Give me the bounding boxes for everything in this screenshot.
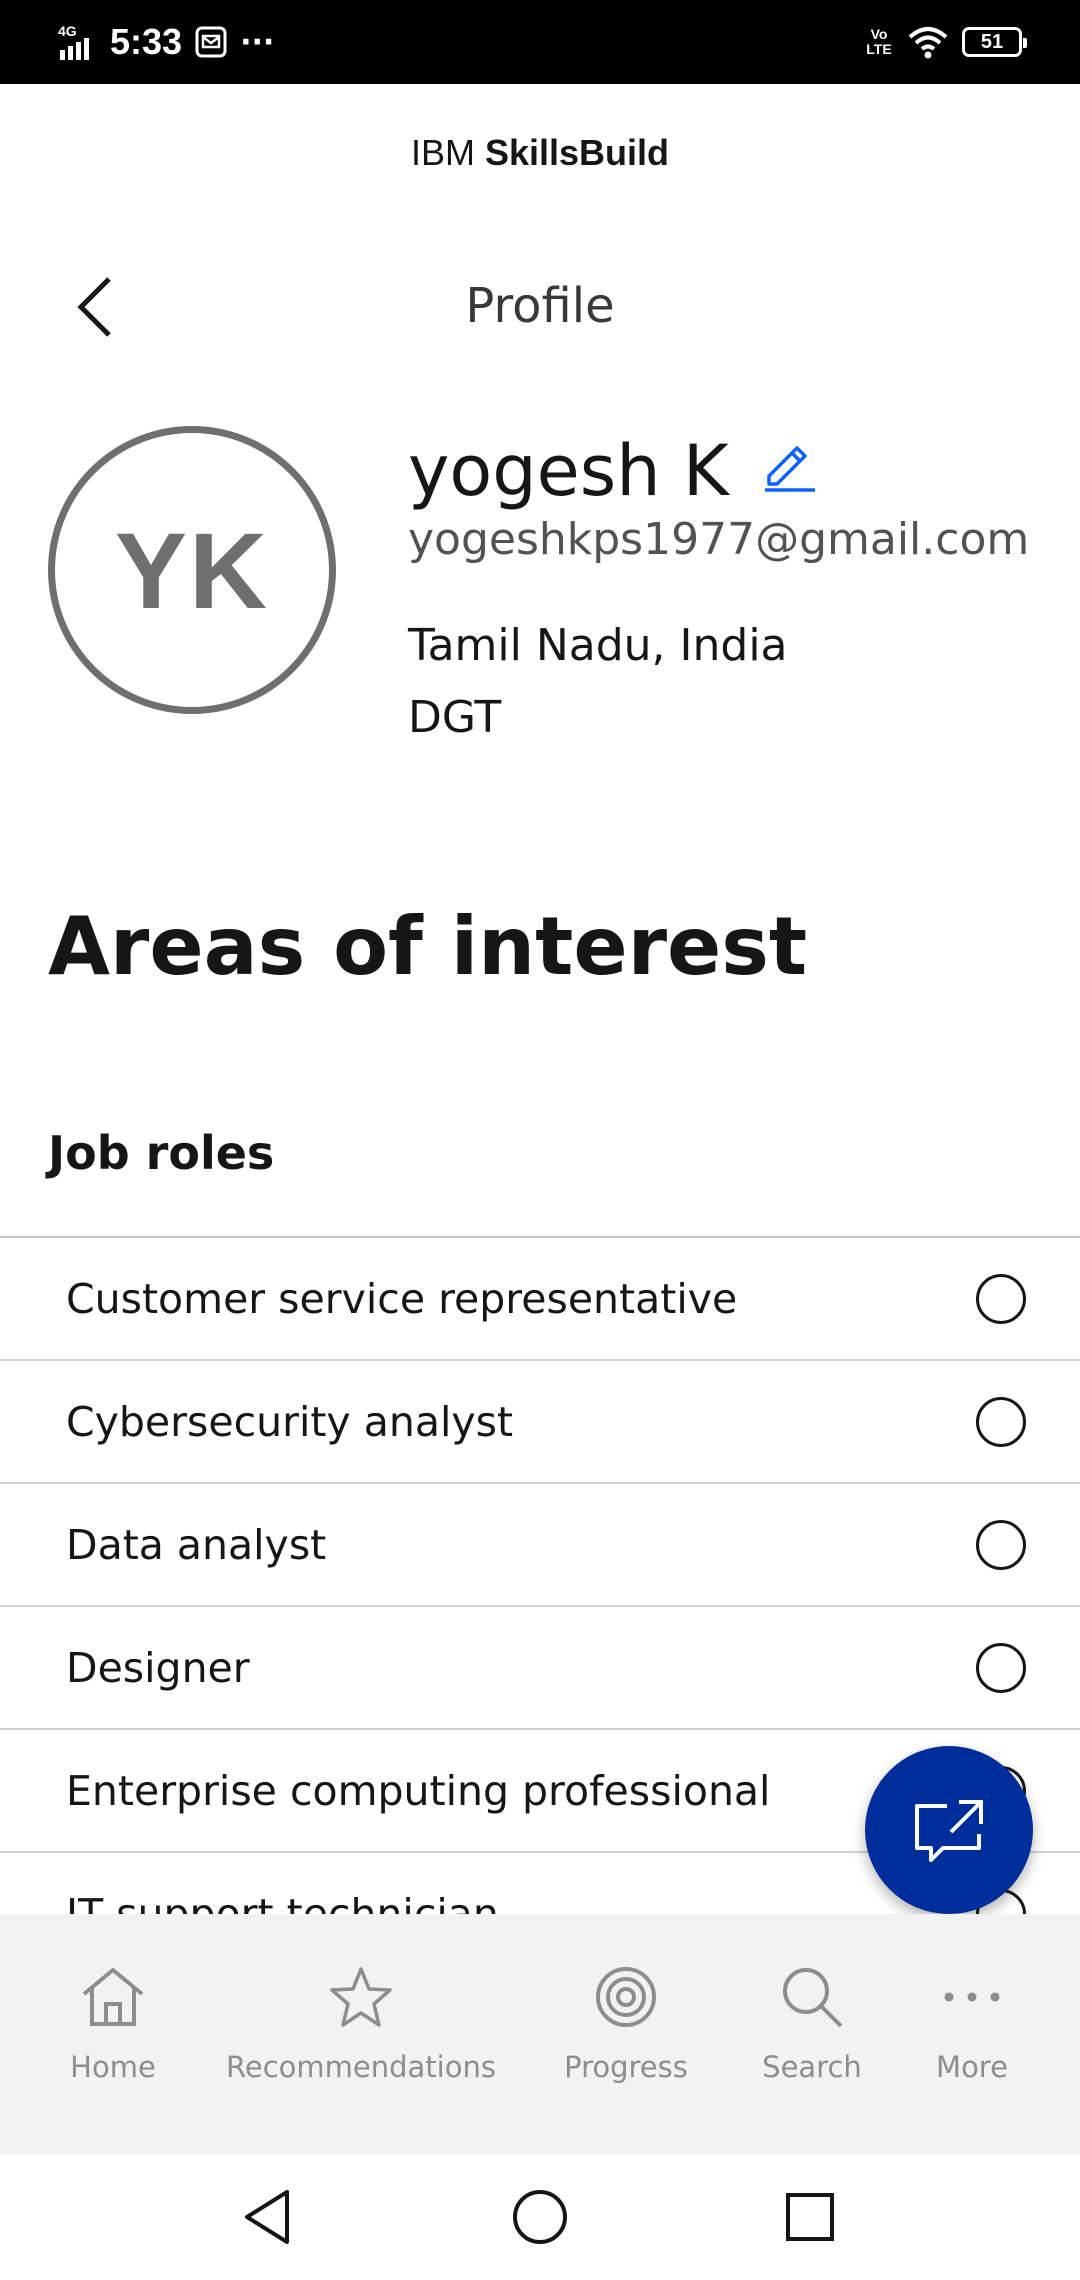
avatar-initials: YK xyxy=(114,509,270,631)
progress-icon xyxy=(596,1967,656,2027)
nav-label: Search xyxy=(762,2050,862,2084)
square-recents-icon xyxy=(786,2193,834,2241)
page-title: Profile xyxy=(465,278,615,334)
search-icon xyxy=(783,1968,843,2028)
profile-name-row: yogesh K xyxy=(408,430,819,512)
battery-level: 51 xyxy=(980,30,1004,53)
notification-icon xyxy=(195,26,227,58)
brand-name: SkillsBuild xyxy=(484,132,670,173)
radio-button[interactable] xyxy=(976,1519,1026,1570)
bottom-navigation: Home Recommendations Progress Search Mor… xyxy=(0,1914,1080,2154)
status-bar: 4G 5:33 ··· Vo LTE 51 xyxy=(0,0,1080,84)
job-role-label: Designer xyxy=(66,1643,250,1692)
signal-icon: 4G xyxy=(58,23,89,60)
profile-organization: DGT xyxy=(408,692,502,743)
nav-label: Recommendations xyxy=(226,2050,496,2084)
circle-home-icon xyxy=(513,2190,567,2244)
job-role-label: Enterprise computing professional xyxy=(66,1766,771,1815)
profile-email: yogeshkps1977@gmail.com xyxy=(408,514,1030,565)
job-role-label: Cybersecurity analyst xyxy=(66,1397,514,1446)
job-role-item[interactable]: Cybersecurity analyst xyxy=(0,1361,1080,1484)
more-notifications-indicator: ··· xyxy=(240,24,275,60)
more-icon xyxy=(944,1992,1000,2002)
app-brand-header: IBM SkillsBuild xyxy=(0,132,1080,174)
job-role-item[interactable]: Data analyst xyxy=(0,1484,1080,1607)
job-role-item[interactable]: Designer xyxy=(0,1607,1080,1730)
radio-button[interactable] xyxy=(976,1396,1026,1447)
brand-prefix: IBM xyxy=(410,132,475,173)
profile-location: Tamil Nadu, India xyxy=(408,620,788,671)
nav-label: Progress xyxy=(564,2050,688,2084)
radio-button[interactable] xyxy=(976,1273,1026,1324)
nav-item-progress[interactable]: Progress xyxy=(556,1914,696,2154)
wifi-icon xyxy=(908,27,948,59)
nav-item-recommendations[interactable]: Recommendations xyxy=(226,1914,496,2154)
edit-icon xyxy=(764,446,815,492)
section-title: Areas of interest xyxy=(48,900,808,993)
job-role-label: Data analyst xyxy=(66,1520,327,1569)
job-role-item[interactable]: Customer service representative xyxy=(0,1238,1080,1361)
star-icon xyxy=(330,1967,392,2027)
nav-item-search[interactable]: Search xyxy=(754,1914,870,2154)
nav-item-more[interactable]: More xyxy=(928,1914,1016,2154)
launch-icon xyxy=(915,1800,983,1862)
system-recents-button[interactable] xyxy=(775,2182,845,2252)
job-role-label: IT support technician xyxy=(66,1889,499,1915)
avatar: YK xyxy=(48,426,336,714)
status-time: 5:33 xyxy=(110,21,183,62)
battery-icon: 51 xyxy=(962,27,1027,57)
system-navigation-bar xyxy=(0,2154,1080,2280)
system-back-button[interactable] xyxy=(232,2182,302,2252)
network-type-label: 4G xyxy=(58,23,77,39)
nav-label: Home xyxy=(70,2050,156,2084)
nav-label: More xyxy=(936,2050,1008,2084)
nav-item-home[interactable]: Home xyxy=(58,1914,168,2154)
job-roles-title: Job roles xyxy=(48,1126,275,1180)
radio-button[interactable] xyxy=(976,1642,1026,1693)
volte-icon: Vo LTE xyxy=(866,26,892,57)
triangle-back-icon xyxy=(245,2190,289,2244)
job-role-label: Customer service representative xyxy=(66,1274,738,1323)
system-home-button[interactable] xyxy=(505,2182,575,2252)
profile-name: yogesh K xyxy=(408,430,729,512)
home-icon xyxy=(82,1968,144,2026)
launch-floating-button[interactable] xyxy=(865,1746,1033,1914)
edit-profile-button[interactable] xyxy=(759,434,819,494)
